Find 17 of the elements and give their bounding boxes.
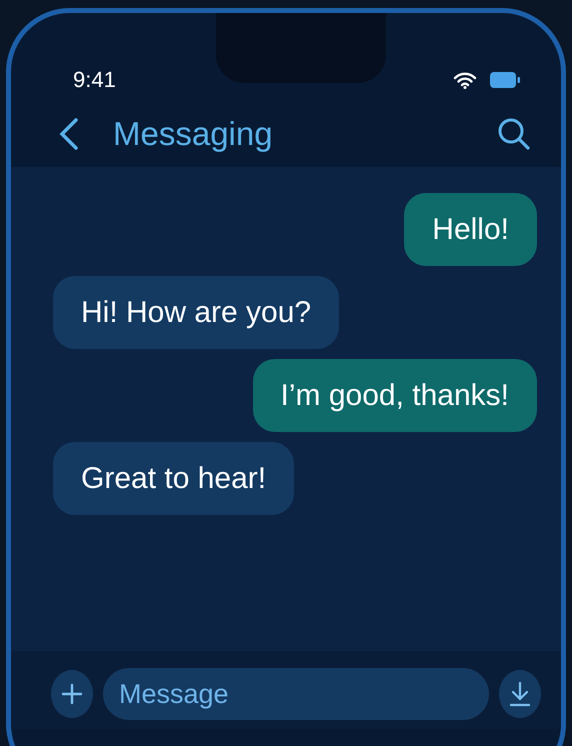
header-title: Messaging xyxy=(113,115,274,153)
back-button[interactable] xyxy=(59,117,79,151)
search-icon xyxy=(497,117,531,151)
search-button[interactable] xyxy=(497,117,531,151)
download-button[interactable] xyxy=(499,670,541,718)
download-icon xyxy=(508,681,532,707)
chevron-left-icon xyxy=(59,117,79,151)
wifi-icon xyxy=(453,71,477,89)
message-bubble: Great to hear! xyxy=(53,442,294,515)
add-button[interactable] xyxy=(51,670,93,718)
message-bubble: Hello! xyxy=(404,193,537,266)
message-bubble: Hi! How are you? xyxy=(53,276,340,349)
status-time: 9:41 xyxy=(73,67,116,93)
plus-icon xyxy=(61,683,83,705)
battery-icon xyxy=(489,71,521,89)
message-bubble: I’m good, thanks! xyxy=(252,359,537,432)
message-input[interactable]: Message xyxy=(103,668,489,720)
